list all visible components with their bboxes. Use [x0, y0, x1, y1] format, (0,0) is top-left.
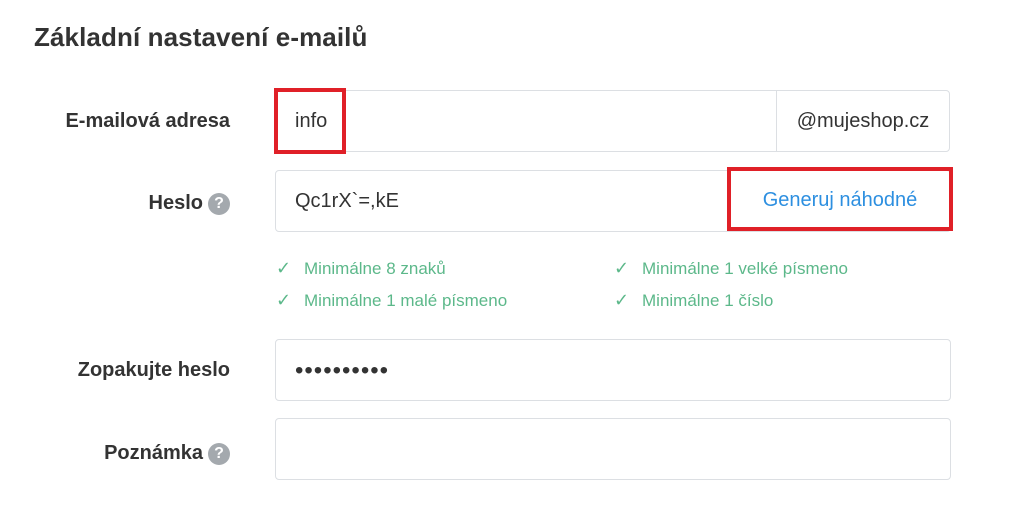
password-input-value: Qc1rX`=,kE: [295, 190, 399, 212]
repeat-password-label-text: Zopakujte heslo: [77, 359, 230, 381]
email-input-value: info: [295, 110, 328, 132]
password-rule-text: Minimálne 8 znaků: [304, 258, 446, 278]
password-label: Heslo ?: [149, 192, 230, 215]
note-label-text: Poznámka: [104, 442, 203, 464]
password-rule: ✓ Minimálne 1 malé písmeno: [276, 290, 507, 311]
email-settings-page: Základní nastavení e-mailů E-mailová adr…: [0, 0, 1034, 530]
password-rule: ✓ Minimálne 1 velké písmeno: [614, 258, 848, 279]
password-rule-text: Minimálne 1 malé písmeno: [304, 290, 508, 310]
email-label: E-mailová adresa: [65, 110, 230, 133]
generate-random-label: Generuj náhodné: [762, 188, 918, 211]
repeat-password-input[interactable]: ••••••••••: [275, 339, 951, 401]
generate-random-button[interactable]: Generuj náhodné: [730, 170, 950, 230]
checkmark-icon: ✓: [276, 258, 292, 278]
repeat-password-value: ••••••••••: [295, 357, 390, 384]
password-rule-text: Minimálne 1 velké písmeno: [642, 258, 848, 278]
password-rule: ✓ Minimálne 8 znaků: [276, 258, 446, 279]
note-input[interactable]: [275, 418, 951, 480]
checkmark-icon: ✓: [276, 290, 292, 310]
checkmark-icon: ✓: [614, 258, 630, 278]
section-title: Základní nastavení e-mailů: [34, 22, 368, 52]
password-label-text: Heslo: [148, 192, 203, 214]
question-circle-icon[interactable]: ?: [208, 192, 230, 215]
checkmark-icon: ✓: [614, 290, 630, 310]
note-label: Poznámka ?: [104, 442, 230, 465]
password-rule: ✓ Minimálne 1 číslo: [614, 290, 773, 311]
repeat-password-label: Zopakujte heslo: [78, 359, 230, 382]
email-domain-addon: @mujeshop.cz: [776, 90, 950, 152]
email-domain-text: @mujeshop.cz: [796, 109, 930, 132]
email-label-text: E-mailová adresa: [65, 110, 230, 132]
question-circle-icon[interactable]: ?: [208, 442, 230, 465]
password-rule-text: Minimálne 1 číslo: [642, 290, 774, 310]
email-input[interactable]: info: [275, 90, 777, 152]
